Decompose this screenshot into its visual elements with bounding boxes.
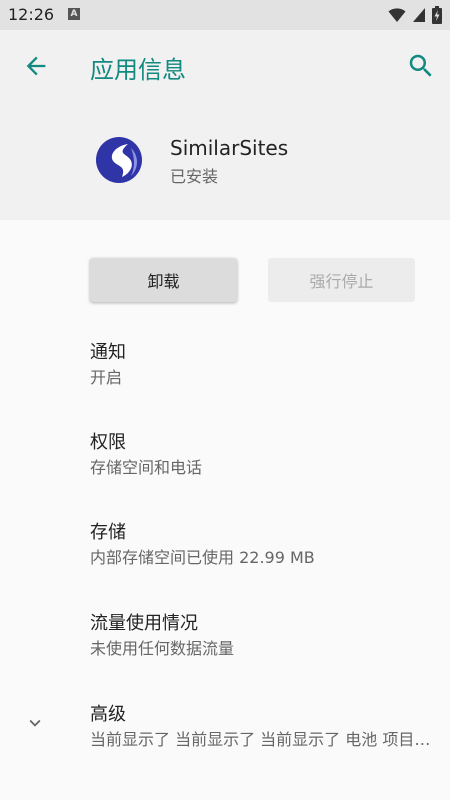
pref-storage[interactable]: 存储 内部存储空间已使用 22.99 MB	[0, 518, 450, 598]
chevron-down-icon	[29, 719, 41, 727]
similarsites-app-icon	[96, 137, 142, 183]
app-install-status: 已安装	[170, 167, 219, 186]
search-icon[interactable]	[406, 51, 436, 81]
pref-data-usage[interactable]: 流量使用情况 未使用任何数据流量	[0, 609, 450, 689]
pref-title: 高级	[90, 704, 126, 725]
pref-advanced[interactable]: 高级 当前显示了 当前显示了 当前显示了 电池 项目、默认打开、…	[0, 700, 450, 780]
status-bar: 12:26 A	[0, 0, 450, 30]
cell-signal-icon	[413, 8, 425, 22]
pref-title: 权限	[90, 432, 126, 453]
pref-summary: 开启	[90, 368, 123, 387]
pref-summary: 未使用任何数据流量	[90, 639, 235, 658]
arrow-back-icon[interactable]	[22, 52, 50, 80]
notification-a-icon: A	[68, 8, 80, 20]
status-icons	[388, 6, 442, 24]
pref-summary: 当前显示了 当前显示了 当前显示了 电池 项目、默认打开、…	[90, 730, 435, 749]
wifi-icon	[388, 8, 406, 22]
force-stop-button[interactable]: 强行停止	[268, 258, 415, 302]
pref-summary: 存储空间和电话	[90, 458, 203, 477]
pref-title: 存储	[90, 522, 126, 543]
status-time: 12:26	[8, 5, 55, 24]
pref-title: 流量使用情况	[90, 613, 198, 634]
uninstall-button[interactable]: 卸载	[90, 258, 237, 302]
pref-notifications[interactable]: 通知 开启	[0, 338, 450, 418]
battery-icon	[432, 6, 442, 24]
app-name: SimilarSites	[170, 136, 289, 160]
pref-title: 通知	[90, 342, 126, 363]
pref-summary: 内部存储空间已使用 22.99 MB	[90, 548, 315, 567]
app-header: 应用信息 SimilarSites 已安装	[0, 30, 450, 220]
pref-permissions[interactable]: 权限 存储空间和电话	[0, 428, 450, 508]
page-title: 应用信息	[90, 56, 186, 84]
